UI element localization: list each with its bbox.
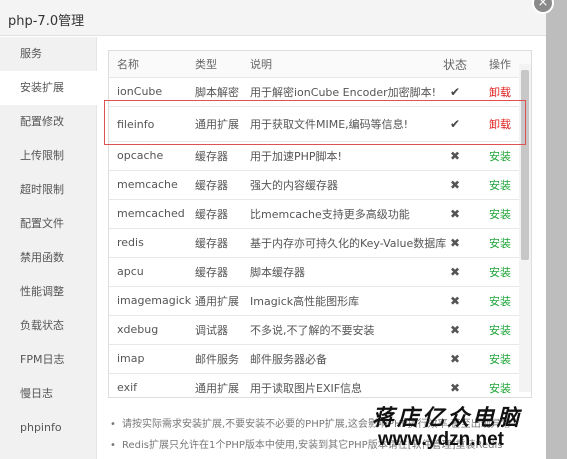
extension-name: exif (117, 381, 138, 395)
dialog-title-bar: php-7.0管理 (0, 0, 546, 36)
sidebar-item-config-file[interactable]: 配置文件 (0, 207, 97, 241)
sidebar-item-timeout-limit[interactable]: 超时限制 (0, 173, 97, 207)
extension-type: 缓存器 (195, 236, 228, 250)
sidebar-item-slow-log[interactable]: 慢日志 (0, 377, 97, 411)
scrollbar-thumb[interactable] (521, 70, 529, 260)
cross-icon: ✖ (449, 177, 461, 192)
sidebar-item-upload-limit[interactable]: 上传限制 (0, 139, 97, 173)
table-row: memcached 缓存器 比memcache支持更多高级功能 ✖ 安装 (109, 200, 531, 229)
extension-desc: 比memcache支持更多高级功能 (250, 207, 410, 221)
header-desc: 说明 (250, 58, 272, 71)
extension-type: 调试器 (195, 323, 228, 337)
extension-desc: 用于读取图片EXIF信息 (250, 381, 363, 395)
extension-desc: Imagick高性能图形库 (250, 294, 360, 308)
extension-type: 缓存器 (195, 265, 228, 279)
install-button[interactable]: 安装 (485, 345, 515, 373)
cross-icon: ✖ (449, 235, 461, 250)
install-button[interactable]: 安装 (485, 200, 515, 228)
table-row: imagemagick 通用扩展 Imagick高性能图形库 ✖ 安装 (109, 287, 531, 316)
watermark: 蒋店亿众电脑 www.ydzn.net (372, 400, 546, 459)
extension-type: 缓存器 (195, 207, 228, 221)
table-row: apcu 缓存器 脚本缓存器 ✖ 安装 (109, 258, 531, 287)
extension-name: memcached (117, 207, 185, 221)
extension-name: apcu (117, 265, 144, 279)
extension-name: imagemagick (117, 294, 192, 308)
sidebar-item-install-extensions[interactable]: 安装扩展 (0, 71, 98, 105)
table-row: opcache 缓存器 用于加速PHP脚本! ✖ 安装 (109, 142, 531, 171)
install-button[interactable]: 安装 (485, 258, 515, 286)
dialog-title: php-7.0管理 (8, 14, 85, 29)
watermark-url: www.ydzn.net (378, 429, 504, 450)
watermark-brand: 蒋店亿众电脑 (372, 405, 523, 431)
table-header: 名称 类型 说明 状态 操作 (109, 51, 531, 78)
cross-icon: ✖ (449, 351, 461, 366)
cross-icon: ✖ (449, 206, 461, 221)
extension-name: xdebug (117, 323, 159, 337)
header-type: 类型 (195, 58, 217, 71)
sidebar-item-disabled-functions[interactable]: 禁用函数 (0, 241, 97, 275)
extension-desc: 不多说,不了解的不要安装 (250, 323, 375, 337)
extension-desc: 邮件服务器必备 (250, 352, 327, 366)
cross-icon: ✖ (449, 293, 461, 308)
table-row: imap 邮件服务 邮件服务器必备 ✖ 安装 (109, 345, 531, 374)
sidebar-item-phpinfo[interactable]: phpinfo (0, 411, 97, 445)
extension-name: memcache (117, 178, 178, 192)
table-row: redis 缓存器 基于内存亦可持久化的Key-Value数据库 ✖ 安装 (109, 229, 531, 258)
extension-type: 通用扩展 (195, 294, 239, 308)
sidebar-item-config-edit[interactable]: 配置修改 (0, 105, 97, 139)
install-button[interactable]: 安装 (485, 316, 515, 344)
php-manager-dialog: php-7.0管理 服务 安装扩展 配置修改 上传限制 超时限制 配置文件 禁用… (0, 0, 546, 459)
header-status: 状态 (443, 57, 468, 72)
highlight-box (104, 100, 526, 145)
cross-icon: ✖ (449, 380, 461, 395)
install-button[interactable]: 安装 (485, 374, 515, 397)
extension-desc: 基于内存亦可持久化的Key-Value数据库 (250, 236, 447, 250)
table-row: xdebug 调试器 不多说,不了解的不要安装 ✖ 安装 (109, 316, 531, 345)
extension-type: 通用扩展 (195, 381, 239, 395)
install-button[interactable]: 安装 (485, 229, 515, 257)
install-button[interactable]: 安装 (485, 287, 515, 315)
header-name: 名称 (117, 58, 139, 71)
sidebar-item-performance[interactable]: 性能调整 (0, 275, 97, 309)
cross-icon: ✖ (449, 264, 461, 279)
extension-type: 缓存器 (195, 149, 228, 163)
cross-icon: ✖ (449, 322, 461, 337)
extension-desc: 脚本缓存器 (250, 265, 305, 279)
cross-icon: ✖ (449, 148, 461, 163)
extension-name: redis (117, 236, 144, 250)
sidebar-item-service[interactable]: 服务 (0, 37, 97, 71)
sidebar-item-load-status[interactable]: 负载状态 (0, 309, 97, 343)
header-op: 操作 (489, 58, 511, 71)
extension-type: 邮件服务 (195, 352, 239, 366)
extension-desc: 用于加速PHP脚本! (250, 149, 342, 163)
sidebar-item-fpm-log[interactable]: FPM日志 (0, 343, 97, 377)
install-button[interactable]: 安装 (485, 142, 515, 170)
table-row: exif 通用扩展 用于读取图片EXIF信息 ✖ 安装 (109, 374, 531, 397)
sidebar: 服务 安装扩展 配置修改 上传限制 超时限制 配置文件 禁用函数 性能调整 负载… (0, 37, 98, 459)
extension-name: opcache (117, 149, 164, 163)
extension-type: 缓存器 (195, 178, 228, 192)
extension-desc: 强大的内容缓存器 (250, 178, 338, 192)
install-button[interactable]: 安装 (485, 171, 515, 199)
extension-name: imap (117, 352, 145, 366)
table-row: memcache 缓存器 强大的内容缓存器 ✖ 安装 (109, 171, 531, 200)
